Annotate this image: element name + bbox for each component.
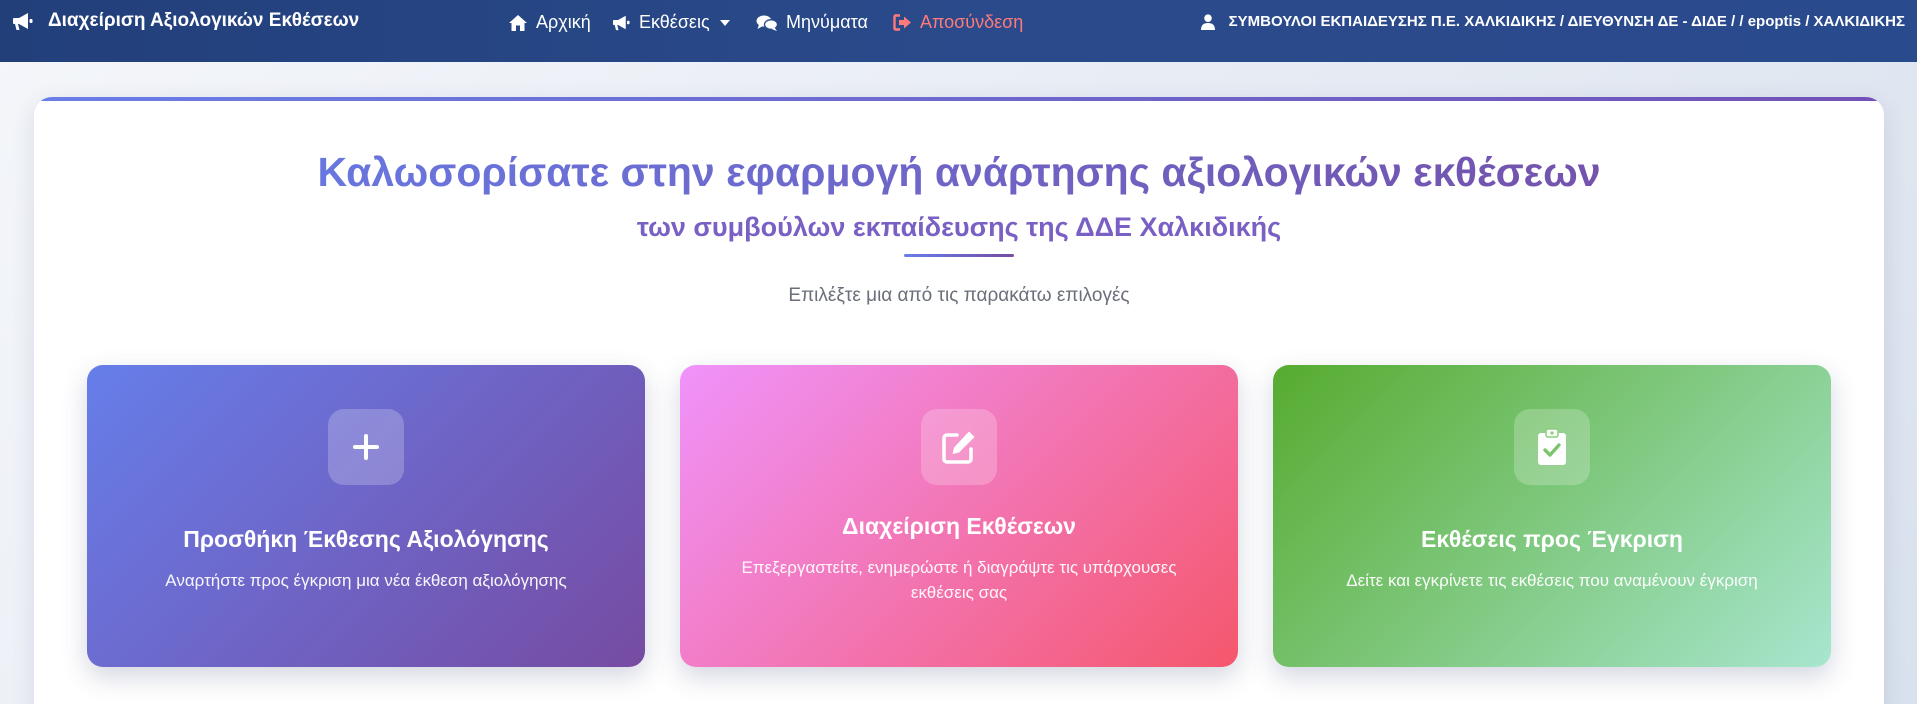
card-title: Εκθέσεις προς Έγκριση — [1421, 526, 1683, 552]
nav-messages-label: Μηνύματα — [786, 12, 868, 32]
title-divider — [904, 254, 1014, 257]
nav-messages[interactable]: Μηνύματα — [756, 12, 868, 33]
card-title: Προσθήκη Έκθεσης Αξιολόγησης — [183, 526, 549, 552]
page-subtitle: των συμβούλων εκπαίδευσης της ΔΔΕ Χαλκιδ… — [636, 212, 1282, 242]
card-icon-wrapper — [1514, 409, 1590, 485]
add-report-card[interactable]: Προσθήκη Έκθεσης Αξιολόγησης Αναρτήστε π… — [87, 365, 645, 667]
page-title: Καλωσορίσατε στην εφαρμογή ανάρτησης αξι… — [34, 149, 1884, 196]
nav-reports-dropdown[interactable]: Εκθέσεις — [612, 12, 730, 33]
user-icon — [1200, 13, 1215, 30]
bullhorn-icon — [613, 15, 630, 31]
manage-reports-card[interactable]: Διαχείριση Εκθέσεων Επεξεργαστείτε, ενημ… — [680, 365, 1238, 667]
card-icon-wrapper — [328, 409, 404, 485]
chevron-down-icon — [719, 19, 730, 26]
lead-text: Επιλέξτε μια από τις παρακάτω επιλογές — [788, 285, 1130, 306]
welcome-panel: Καλωσορίσατε στην εφαρμογή ανάρτησης αξι… — [34, 97, 1884, 704]
nav-logout-label: Αποσύνδεση — [920, 12, 1024, 32]
sign-out-icon — [893, 14, 911, 31]
comments-icon — [756, 15, 778, 31]
bullhorn-icon — [13, 13, 33, 30]
nav-reports-label: Εκθέσεις — [639, 12, 710, 32]
nav-home[interactable]: Αρχική — [508, 12, 591, 33]
nav-logout[interactable]: Αποσύνδεση — [893, 12, 1023, 33]
card-title: Διαχείριση Εκθέσεων — [842, 513, 1076, 539]
user-label: ΣΥΜΒΟΥΛΟΙ ΕΚΠΑΙΔΕΥΣΗΣ Π.Ε. ΧΑΛΚΙΔΙΚΗΣ / … — [1228, 13, 1905, 30]
approval-reports-card[interactable]: Εκθέσεις προς Έγκριση Δείτε και εγκρίνετ… — [1273, 365, 1831, 667]
navbar-brand[interactable]: Διαχείριση Αξιολογικών Εκθέσεων — [12, 10, 359, 32]
edit-icon — [942, 431, 975, 464]
nav-home-label: Αρχική — [536, 12, 591, 32]
card-description: Επεξεργαστείτε, ενημερώστε ή διαγράψτε τ… — [741, 558, 1177, 602]
plus-icon — [353, 434, 379, 460]
brand-label: Διαχείριση Αξιολογικών Εκθέσεων — [48, 10, 360, 31]
user-info[interactable]: ΣΥΜΒΟΥΛΟΙ ΕΚΠΑΙΔΕΥΣΗΣ Π.Ε. ΧΑΛΚΙΔΙΚΗΣ / … — [1200, 13, 1905, 30]
card-icon-wrapper — [921, 409, 997, 485]
card-description: Δείτε και εγκρίνετε τις εκθέσεις που ανα… — [1346, 571, 1758, 590]
card-description: Αναρτήστε προς έγκριση μια νέα έκθεση αξ… — [165, 571, 567, 590]
clipboard-check-icon — [1538, 428, 1566, 465]
top-navbar: Διαχείριση Αξιολογικών Εκθέσεων Αρχική Ε… — [0, 0, 1917, 62]
home-icon — [509, 14, 527, 31]
panel-accent-bar — [34, 97, 1884, 101]
